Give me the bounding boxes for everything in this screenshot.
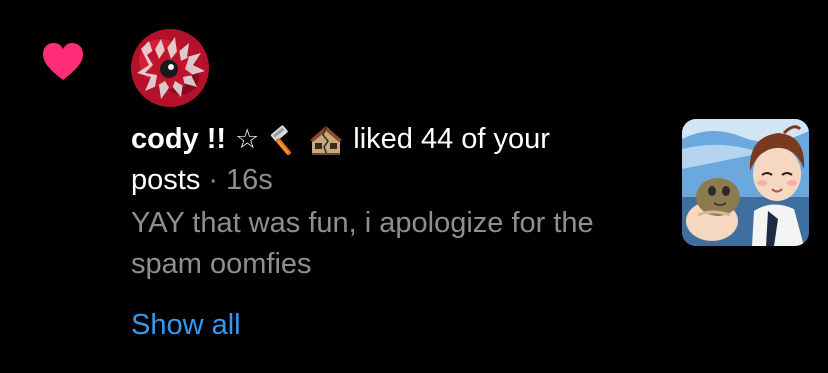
star-icon: ☆ — [235, 124, 260, 154]
separator: · — [208, 164, 218, 196]
broken-house-icon — [309, 123, 343, 157]
action-text: liked 44 of your — [353, 123, 550, 155]
timestamp: 16s — [226, 164, 273, 196]
username[interactable]: cody !! — [131, 119, 226, 160]
heart-icon — [42, 42, 84, 82]
avatar[interactable] — [131, 29, 209, 107]
comment-text: YAY that was fun, i apologize for the sp… — [131, 207, 594, 280]
razor-icon — [267, 123, 301, 157]
object-text: posts — [131, 164, 201, 196]
show-all-link[interactable]: Show all — [131, 305, 241, 345]
notification-text: cody !! ☆ liked 44 of your posts · 16s YA — [131, 119, 661, 285]
post-thumbnail[interactable] — [682, 119, 809, 246]
